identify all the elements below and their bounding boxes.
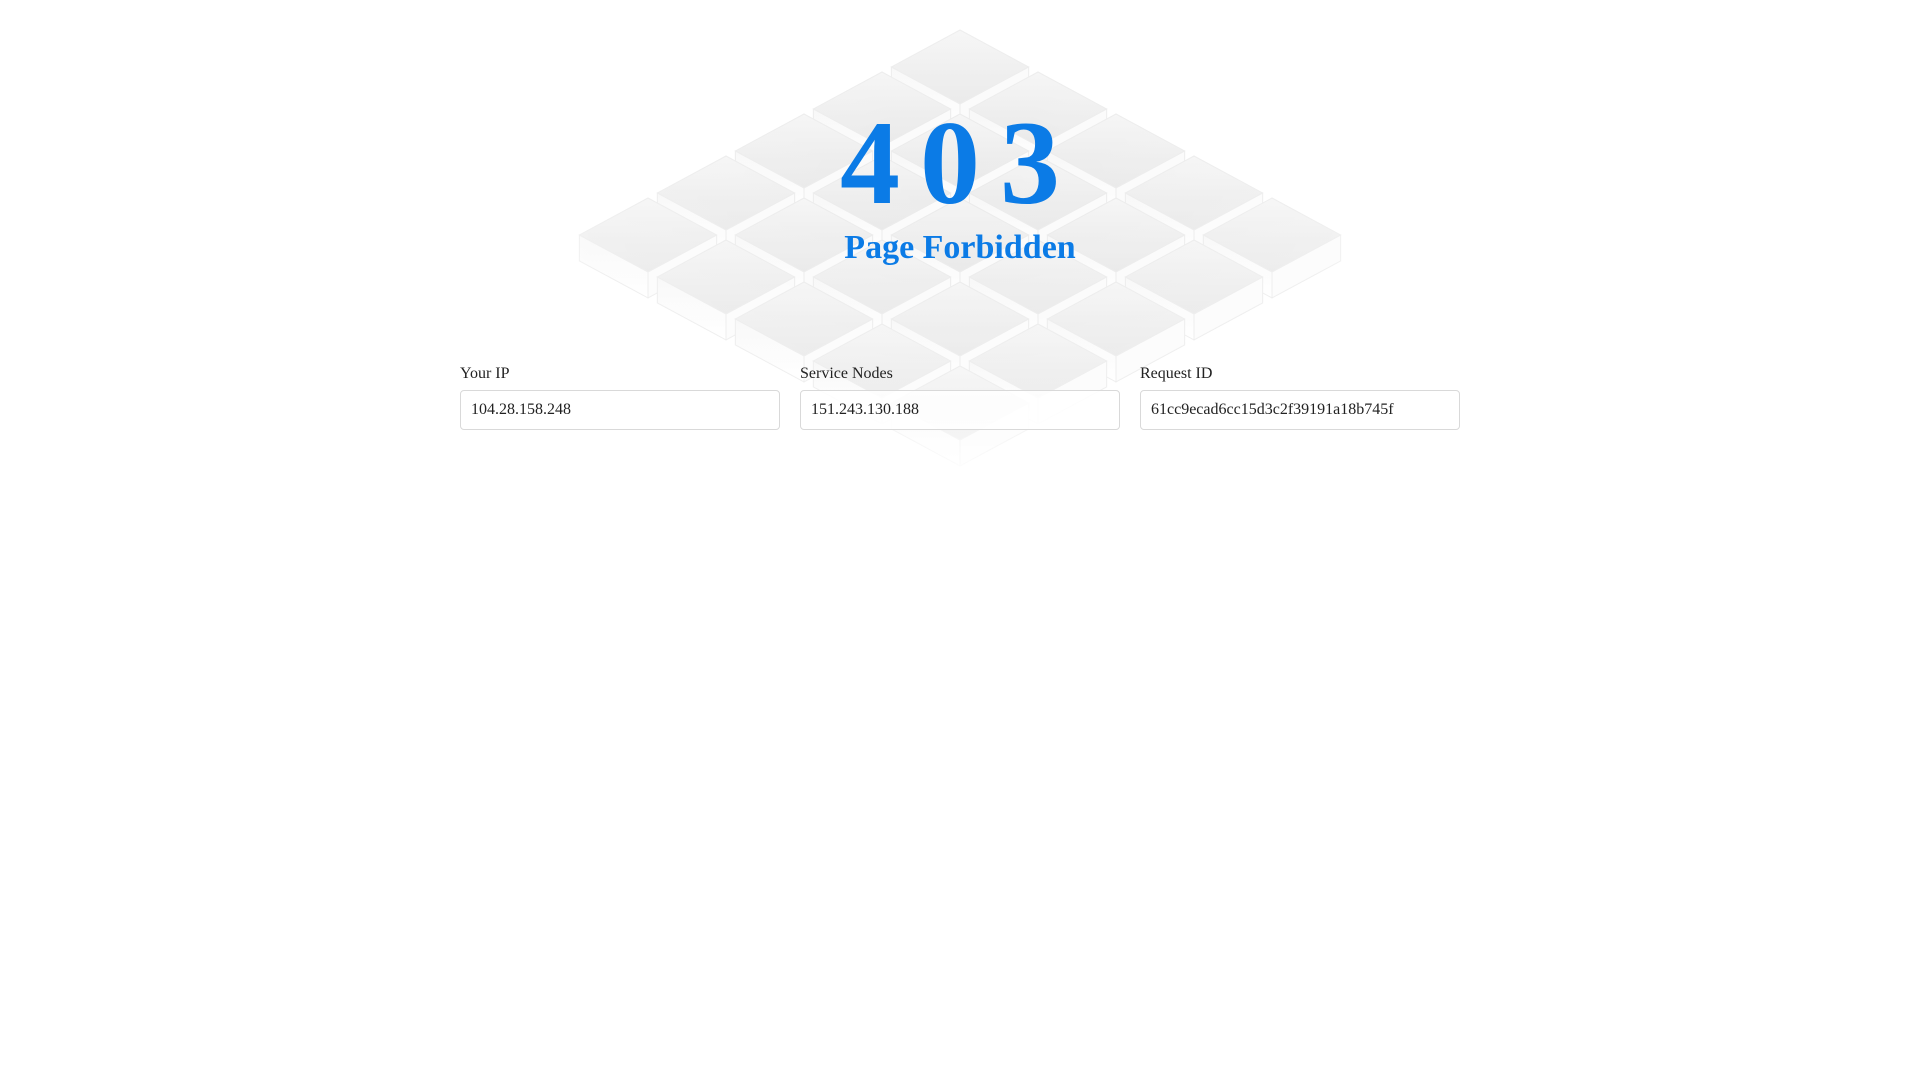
request-info: Your IP 104.28.158.248 Service Nodes 151… [460, 364, 1461, 430]
service-nodes-field: Service Nodes 151.243.130.188 [800, 364, 1120, 430]
error-title: Page Forbidden [844, 229, 1076, 266]
your-ip-value[interactable]: 104.28.158.248 [460, 390, 780, 430]
request-id-value[interactable]: 61cc9ecad6cc15d3c2f39191a18b745f [1140, 390, 1460, 430]
request-id-label: Request ID [1140, 365, 1213, 382]
your-ip-label: Your IP [460, 365, 510, 382]
error-code: 403 [840, 96, 1080, 229]
request-id-field: Request ID 61cc9ecad6cc15d3c2f39191a18b7… [1140, 364, 1460, 430]
error-page: 403 Page Forbidden Your IP 104.28.158.24… [0, 0, 1920, 1080]
service-nodes-value[interactable]: 151.243.130.188 [800, 390, 1120, 430]
service-nodes-label: Service Nodes [800, 365, 893, 382]
your-ip-field: Your IP 104.28.158.248 [460, 364, 780, 430]
